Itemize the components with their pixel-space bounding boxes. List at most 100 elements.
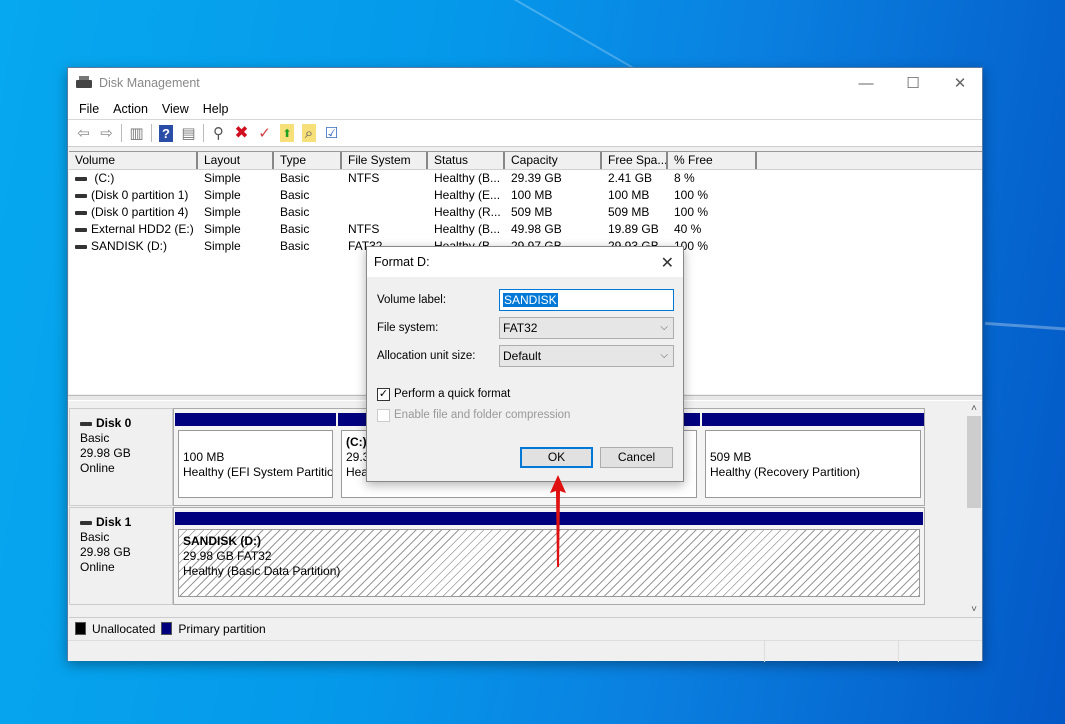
allocation-size-select[interactable]: Default ⌵ — [499, 345, 674, 367]
cell-type: Basic — [274, 187, 342, 204]
show-hide-console-tree-icon[interactable]: ▥ — [125, 122, 148, 144]
table-row[interactable]: (C:) Simple Basic NTFS Healthy (B... 29.39 GB… — [69, 170, 982, 187]
chevron-down-icon: ⌵ — [660, 322, 668, 333]
connect-drive-icon[interactable]: ⚲ — [207, 122, 230, 144]
cell-capacity: 100 MB — [505, 187, 602, 204]
cell-free-spa-: 2.41 GB — [602, 170, 668, 187]
cell-text: 100 MB — [608, 188, 650, 202]
cell-text: (Disk 0 partition 1) — [91, 188, 189, 202]
cell-text: Basic — [280, 205, 310, 219]
back-icon[interactable]: ⇦ — [72, 122, 95, 144]
cell-text: Simple — [204, 205, 241, 219]
cell-status: Healthy (E... — [428, 187, 505, 204]
volume-icon — [75, 227, 87, 232]
legend-primary-partition: Primary partition — [178, 621, 266, 636]
scroll-up-icon[interactable]: ˄ — [966, 403, 982, 416]
toolbar-separator — [203, 124, 204, 142]
cell-file-system — [342, 204, 428, 221]
status-divider — [898, 641, 899, 662]
title-bar: Disk Management — ☐ ✕ — [68, 68, 982, 98]
cell-text: Basic — [280, 239, 310, 253]
disk-size: 29.98 GB — [80, 545, 131, 559]
menu-view[interactable]: View — [155, 102, 196, 116]
column-header-layout[interactable]: Layout — [198, 152, 274, 169]
delete-icon[interactable]: ✖ — [230, 122, 253, 144]
disk-state: Online — [80, 560, 115, 574]
column-header-type[interactable]: Type — [274, 152, 342, 169]
cell-layout: Simple — [198, 170, 274, 187]
dialog-close-icon[interactable]: ✕ — [661, 253, 674, 273]
vertical-scrollbar[interactable]: ˄ ˅ — [966, 403, 982, 617]
export-icon[interactable]: ⬆ — [280, 124, 294, 142]
volume-icon — [75, 176, 87, 181]
disk-label[interactable]: Disk 1 Basic 29.98 GB Online — [69, 507, 173, 605]
allocation-size-caption: Allocation unit size: — [377, 350, 476, 362]
cell-text: Healthy (B... — [434, 171, 501, 185]
cell-text: 29.39 GB — [511, 171, 562, 185]
cell-free-spa-: 509 MB — [602, 204, 668, 221]
cell-percent-free: 100 % — [668, 204, 757, 221]
toolbar-separator — [121, 124, 122, 142]
file-system-select[interactable]: FAT32 ⌵ — [499, 317, 674, 339]
volume-icon — [75, 193, 87, 198]
column-header-file-system[interactable]: File System — [342, 152, 428, 169]
volume-label-caption: Volume label: — [377, 294, 447, 306]
partition-size: 509 MB — [710, 450, 752, 464]
scroll-down-icon[interactable]: ˅ — [966, 604, 982, 617]
menu-file[interactable]: File — [72, 102, 106, 116]
help-icon[interactable]: ? — [159, 124, 173, 142]
allocation-size-value: Default — [503, 349, 542, 363]
menu-help[interactable]: Help — [196, 102, 236, 116]
dialog-title-bar: Format D: ✕ — [367, 247, 683, 277]
column-header-free-space[interactable]: Free Spa... — [602, 152, 668, 169]
cancel-button[interactable]: Cancel — [600, 447, 673, 468]
column-header-percent-free[interactable]: % Free — [668, 152, 757, 169]
cell-type: Basic — [274, 221, 342, 238]
properties-icon[interactable]: ✓ — [253, 122, 276, 144]
status-bar — [68, 640, 982, 662]
cell-text: (Disk 0 partition 4) — [91, 205, 189, 219]
table-row[interactable]: External HDD2 (E:) Simple Basic NTFS Healthy… — [69, 221, 982, 238]
show-hide-action-pane-icon[interactable]: ▤ — [177, 122, 200, 144]
file-system-caption: File system: — [377, 322, 439, 334]
search-icon[interactable]: ⌕ — [302, 124, 316, 142]
disk-label[interactable]: Disk 0 Basic 29.98 GB Online — [69, 408, 173, 506]
chevron-down-icon: ⌵ — [660, 350, 668, 361]
cell-layout: Simple — [198, 221, 274, 238]
close-button[interactable]: ✕ — [937, 68, 983, 98]
ok-button[interactable]: OK — [520, 447, 593, 468]
volume-icon — [75, 244, 87, 249]
compression-label: Enable file and folder compression — [394, 409, 571, 421]
cell-text: Simple — [204, 222, 241, 236]
forward-icon[interactable]: ⇨ — [95, 122, 118, 144]
maximize-button[interactable]: ☐ — [890, 68, 936, 98]
volume-icon — [75, 210, 87, 215]
cell-text: 509 MB — [511, 205, 553, 219]
cell-text: 40 % — [674, 222, 702, 236]
volume-label-input[interactable]: SANDISK — [499, 289, 674, 311]
table-row[interactable]: (Disk 0 partition 4) Simple Basic Healthy (… — [69, 204, 982, 221]
column-header-capacity[interactable]: Capacity — [505, 152, 602, 169]
cell-status: Healthy (R... — [428, 204, 505, 221]
scrollbar-thumb[interactable] — [967, 416, 981, 508]
cell-free-spa-: 100 MB — [602, 187, 668, 204]
compression-checkbox[interactable] — [377, 409, 390, 422]
table-row[interactable]: (Disk 0 partition 1) Simple Basic Healthy (… — [69, 187, 982, 204]
partition-efi[interactable]: 100 MB Healthy (EFI System Partition) — [175, 413, 336, 501]
disk-size: 29.98 GB — [80, 446, 131, 460]
format-dialog: Format D: ✕ Volume label: SANDISK File s… — [366, 246, 684, 482]
cell-text: Basic — [280, 222, 310, 236]
disk-state: Online — [80, 461, 115, 475]
cell-type: Basic — [274, 238, 342, 255]
minimize-button[interactable]: — — [843, 68, 889, 98]
cell-volume: (Disk 0 partition 4) — [69, 204, 198, 221]
quick-format-checkbox[interactable]: ✓ — [377, 388, 390, 401]
menu-action[interactable]: Action — [106, 102, 155, 116]
partition-recovery[interactable]: 509 MB Healthy (Recovery Partition) — [702, 413, 924, 501]
cell-text: 509 MB — [608, 205, 650, 219]
column-header-status[interactable]: Status — [428, 152, 505, 169]
disk-name: Disk 0 — [96, 416, 132, 430]
list-view-icon[interactable]: ☑ — [320, 122, 343, 144]
cell-layout: Simple — [198, 204, 274, 221]
column-header-volume[interactable]: Volume — [69, 152, 198, 169]
